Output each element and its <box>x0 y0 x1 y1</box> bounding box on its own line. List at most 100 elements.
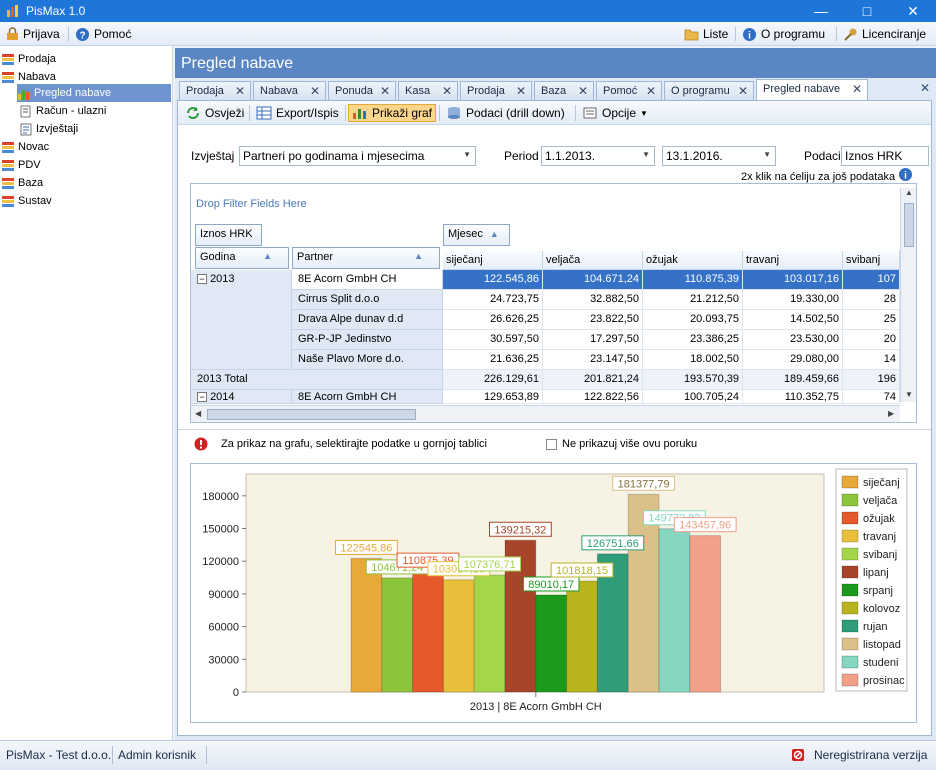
pivot-cell[interactable]: 14.502,50 <box>743 310 843 330</box>
period-to-date[interactable]: 13.1.2016. ▼ <box>662 146 776 166</box>
partner-field-button[interactable]: Partner ▲ <box>292 247 440 269</box>
minimize-button[interactable]: — <box>798 0 844 22</box>
licenciranje-menu[interactable]: Licenciranje <box>843 25 926 43</box>
prikazi-graf-button[interactable]: Prikaži graf <box>348 104 437 122</box>
pivot-cell[interactable]: 110.352,75 <box>743 390 843 404</box>
close-tab-icon[interactable]: ✕ <box>578 84 588 98</box>
tab-kasa[interactable]: Kasa ✕ <box>398 81 458 100</box>
collapse-icon[interactable]: − <box>197 274 207 284</box>
scroll-left-icon[interactable]: ◀ <box>195 409 201 418</box>
close-all-tabs-icon[interactable]: ✕ <box>920 81 930 95</box>
row-header-partner[interactable]: Naše Plavo More d.o. <box>292 350 443 370</box>
pivot-cell[interactable]: 21.636,25 <box>443 350 543 370</box>
pivot-cell[interactable]: 129.653,89 <box>443 390 543 404</box>
tab-prodaja[interactable]: Prodaja ✕ <box>179 81 251 100</box>
nav-item-prodaja[interactable]: Prodaja <box>1 50 56 68</box>
scroll-right-icon[interactable]: ▶ <box>888 409 894 418</box>
info-icon[interactable]: i <box>898 167 913 182</box>
close-tab-icon[interactable]: ✕ <box>380 84 390 98</box>
row-header-partner[interactable]: Cirrus Split d.o.o <box>292 290 443 310</box>
tab-ponuda[interactable]: Ponuda ✕ <box>328 81 396 100</box>
pivot-cell[interactable]: 20 <box>843 330 900 350</box>
pivot-cell[interactable]: 29.080,00 <box>743 350 843 370</box>
dont-show-checkbox[interactable] <box>546 439 557 450</box>
godina-field-button[interactable]: Godina ▲ <box>195 247 289 269</box>
pivot-cell[interactable]: 26.626,25 <box>443 310 543 330</box>
nav-item-racun-ulazni[interactable]: Račun - ulazni <box>19 102 106 120</box>
pivot-cell[interactable]: 104.671,24 <box>543 270 643 290</box>
close-tab-icon[interactable]: ✕ <box>442 84 452 98</box>
close-window-button[interactable]: ✕ <box>890 0 936 22</box>
row-header-partner[interactable]: GR-P-JP Jedinstvo <box>292 330 443 350</box>
pivot-cell[interactable]: 17.297,50 <box>543 330 643 350</box>
liste-menu[interactable]: Liste <box>684 25 728 43</box>
column-header[interactable]: veljača <box>543 251 643 270</box>
column-header[interactable]: siječanj <box>443 251 543 270</box>
scroll-up-icon[interactable]: ▲ <box>905 188 913 197</box>
tab-pomoc[interactable]: Pomoć ✕ <box>596 81 662 100</box>
total-cell[interactable]: 196 <box>843 370 900 390</box>
collapse-icon[interactable]: − <box>197 392 207 402</box>
pivot-cell[interactable]: 100.705,24 <box>643 390 743 404</box>
column-header[interactable]: travanj <box>743 251 843 270</box>
pivot-cell[interactable]: 103.017,16 <box>743 270 843 290</box>
horizontal-scrollbar[interactable]: ◀ ▶ <box>191 405 900 422</box>
tab-pregled-nabave[interactable]: Pregled nabave ✕ <box>756 79 868 100</box>
izvjestaj-select[interactable]: Partneri po godinama i mjesecima ▼ <box>239 146 476 166</box>
nav-item-baza[interactable]: Baza <box>1 174 43 192</box>
export-button[interactable]: Export/Ispis <box>253 104 342 122</box>
pivot-cell[interactable]: 18.002,50 <box>643 350 743 370</box>
scrollbar-thumb[interactable] <box>904 203 914 247</box>
pivot-cell[interactable]: 28 <box>843 290 900 310</box>
pivot-cell[interactable]: 122.822,56 <box>543 390 643 404</box>
pivot-cell[interactable]: 21.212,50 <box>643 290 743 310</box>
tab-o-programu[interactable]: O programu ✕ <box>664 81 754 100</box>
close-tab-icon[interactable]: ✕ <box>516 84 526 98</box>
row-header-total[interactable]: 2013 Total <box>191 370 443 390</box>
scrollbar-thumb[interactable] <box>207 409 416 420</box>
pivot-cell[interactable]: 19.330,00 <box>743 290 843 310</box>
nav-item-pregled-nabave[interactable]: Pregled nabave <box>17 84 171 102</box>
osvjezi-button[interactable]: Osvježi <box>182 104 247 122</box>
row-header-partner[interactable]: Drava Alpe dunav d.d <box>292 310 443 330</box>
pivot-cell[interactable]: 74 <box>843 390 900 404</box>
scroll-down-icon[interactable]: ▼ <box>905 390 913 399</box>
data-field-button[interactable]: Iznos HRK <box>195 224 262 246</box>
close-tab-icon[interactable]: ✕ <box>235 84 245 98</box>
total-cell[interactable]: 201.821,24 <box>543 370 643 390</box>
total-cell[interactable]: 189.459,66 <box>743 370 843 390</box>
pomoc-menu[interactable]: ? Pomoć <box>75 25 131 43</box>
total-cell[interactable]: 193.570,39 <box>643 370 743 390</box>
nav-item-sustav[interactable]: Sustav <box>1 192 52 210</box>
podaci-select[interactable]: Iznos HRK <box>841 146 929 166</box>
drill-down-button[interactable]: Podaci (drill down) <box>443 104 568 122</box>
close-tab-icon[interactable]: ✕ <box>852 82 862 96</box>
status-license[interactable]: Neregistrirana verzija <box>814 748 927 762</box>
pivot-cell[interactable]: 32.882,50 <box>543 290 643 310</box>
pivot-cell[interactable]: 30.597,50 <box>443 330 543 350</box>
splitter[interactable] <box>178 429 931 430</box>
pivot-cell[interactable]: 20.093,75 <box>643 310 743 330</box>
drop-filter-area[interactable]: Drop Filter Fields Here <box>196 198 307 210</box>
opcije-dropdown[interactable]: Opcije ▼ <box>579 104 651 122</box>
close-tab-icon[interactable]: ✕ <box>646 84 656 98</box>
column-header[interactable]: svibanj <box>843 251 900 270</box>
tab-nabava[interactable]: Nabava ✕ <box>253 81 326 100</box>
column-header[interactable]: ožujak <box>643 251 743 270</box>
row-header-year[interactable]: − 2013 <box>191 270 292 370</box>
close-tab-icon[interactable]: ✕ <box>310 84 320 98</box>
tab-baza[interactable]: Baza ✕ <box>534 81 594 100</box>
pivot-cell[interactable]: 23.386,25 <box>643 330 743 350</box>
nav-item-pdv[interactable]: PDV <box>1 156 41 174</box>
period-from-date[interactable]: 1.1.2013. ▼ <box>541 146 655 166</box>
row-header-partner[interactable]: 8E Acorn GmbH CH <box>292 390 443 404</box>
pivot-cell[interactable]: 14 <box>843 350 900 370</box>
vertical-scrollbar[interactable]: ▲ ▼ <box>900 188 916 402</box>
maximize-button[interactable]: □ <box>844 0 890 22</box>
mjesec-field-button[interactable]: Mjesec ▲ <box>443 224 510 246</box>
nav-item-novac[interactable]: Novac <box>1 138 49 156</box>
o-programu-menu[interactable]: i O programu <box>742 25 825 43</box>
pivot-cell[interactable]: 24.723,75 <box>443 290 543 310</box>
pivot-cell[interactable]: 107 <box>843 270 900 290</box>
pivot-cell[interactable]: 110.875,39 <box>643 270 743 290</box>
